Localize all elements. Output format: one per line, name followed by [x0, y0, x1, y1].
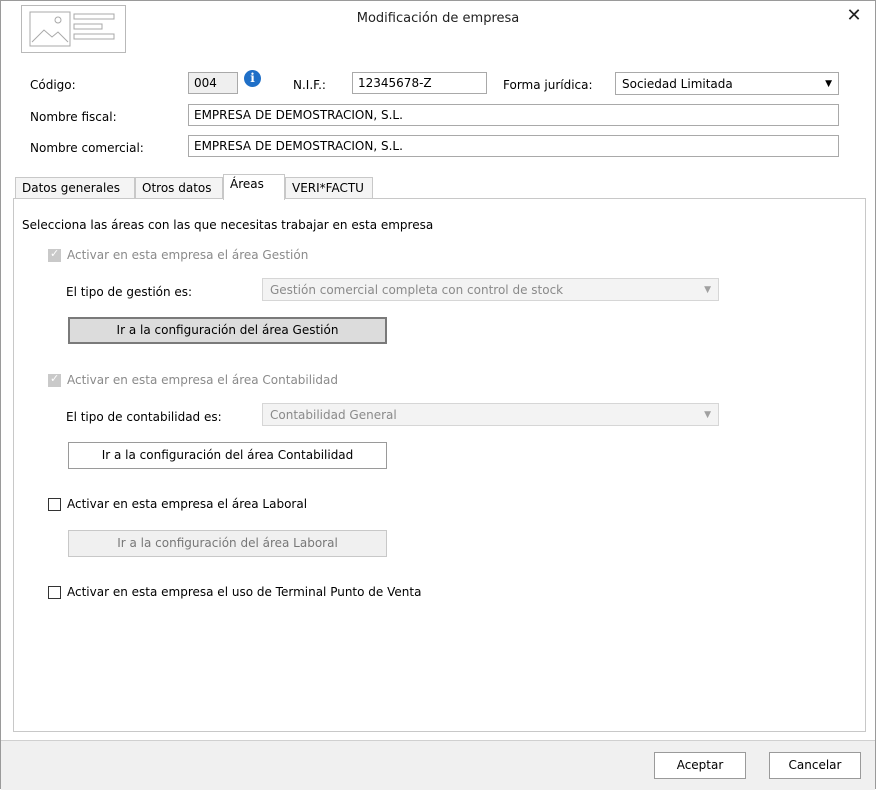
areas-panel: Selecciona las áreas con las que necesit… — [13, 198, 866, 732]
config-contabilidad-button[interactable]: Ir a la configuración del área Contabili… — [68, 442, 387, 469]
forma-juridica-label: Forma jurídica: — [503, 78, 593, 92]
dialog-title: Modificación de empresa — [356, 11, 520, 26]
forma-juridica-value: Sociedad Limitada — [622, 77, 733, 91]
codigo-label: Código: — [30, 78, 76, 92]
tipo-gestion-value: Gestión comercial completa con control d… — [270, 283, 564, 297]
codigo-field[interactable]: 004 — [188, 72, 238, 94]
config-laboral-button[interactable]: Ir a la configuración del área Laboral — [68, 530, 387, 557]
gestion-checkbox[interactable] — [48, 247, 61, 262]
tpv-check-label: Activar en esta empresa el uso de Termin… — [67, 585, 422, 599]
tab-otros-datos[interactable]: Otros datos — [135, 177, 223, 199]
areas-intro: Selecciona las áreas con las que necesit… — [22, 218, 434, 232]
laboral-check-label: Activar en esta empresa el área Laboral — [67, 497, 308, 511]
tab-areas[interactable]: Áreas — [223, 174, 285, 200]
tab-datos-generales[interactable]: Datos generales — [15, 177, 135, 199]
close-icon[interactable]: ✕ — [843, 5, 865, 27]
tpv-checkbox[interactable] — [48, 586, 61, 599]
tipo-gestion-label: El tipo de gestión es: — [66, 285, 193, 299]
contabilidad-check-label: Activar en esta empresa el área Contabil… — [67, 373, 339, 387]
laboral-checkbox[interactable] — [48, 498, 61, 511]
forma-juridica-select[interactable]: Sociedad Limitada ▼ — [615, 72, 839, 95]
tipo-gestion-select[interactable]: Gestión comercial completa con control d… — [262, 278, 719, 301]
gestion-check-label: Activar en esta empresa el área Gestión — [67, 248, 309, 262]
nombre-comercial-label: Nombre comercial: — [30, 141, 144, 155]
chevron-down-icon: ▼ — [704, 285, 711, 295]
tab-verifactu[interactable]: VERI*FACTU — [285, 177, 373, 199]
cancel-button[interactable]: Cancelar — [769, 752, 861, 779]
nombre-fiscal-field[interactable]: EMPRESA DE DEMOSTRACION, S.L. — [188, 104, 839, 126]
nif-field[interactable]: 12345678-Z — [352, 72, 487, 94]
dialog-window: Modificación de empresa ✕ Código: 004 i … — [0, 0, 876, 790]
accept-button[interactable]: Aceptar — [654, 752, 746, 779]
nombre-fiscal-label: Nombre fiscal: — [30, 110, 117, 124]
nif-label: N.I.F.: — [293, 78, 326, 92]
dialog-footer: Aceptar Cancelar — [1, 740, 875, 790]
contabilidad-checkbox[interactable] — [48, 372, 61, 387]
tipo-contabilidad-select[interactable]: Contabilidad General ▼ — [262, 403, 719, 426]
nombre-comercial-field[interactable]: EMPRESA DE DEMOSTRACION, S.L. — [188, 135, 839, 157]
info-icon[interactable]: i — [244, 70, 261, 87]
tipo-contabilidad-label: El tipo de contabilidad es: — [66, 410, 222, 424]
tipo-contabilidad-value: Contabilidad General — [270, 408, 397, 422]
chevron-down-icon: ▼ — [825, 79, 832, 89]
chevron-down-icon: ▼ — [704, 410, 711, 420]
config-gestion-button[interactable]: Ir a la configuración del área Gestión — [68, 317, 387, 344]
